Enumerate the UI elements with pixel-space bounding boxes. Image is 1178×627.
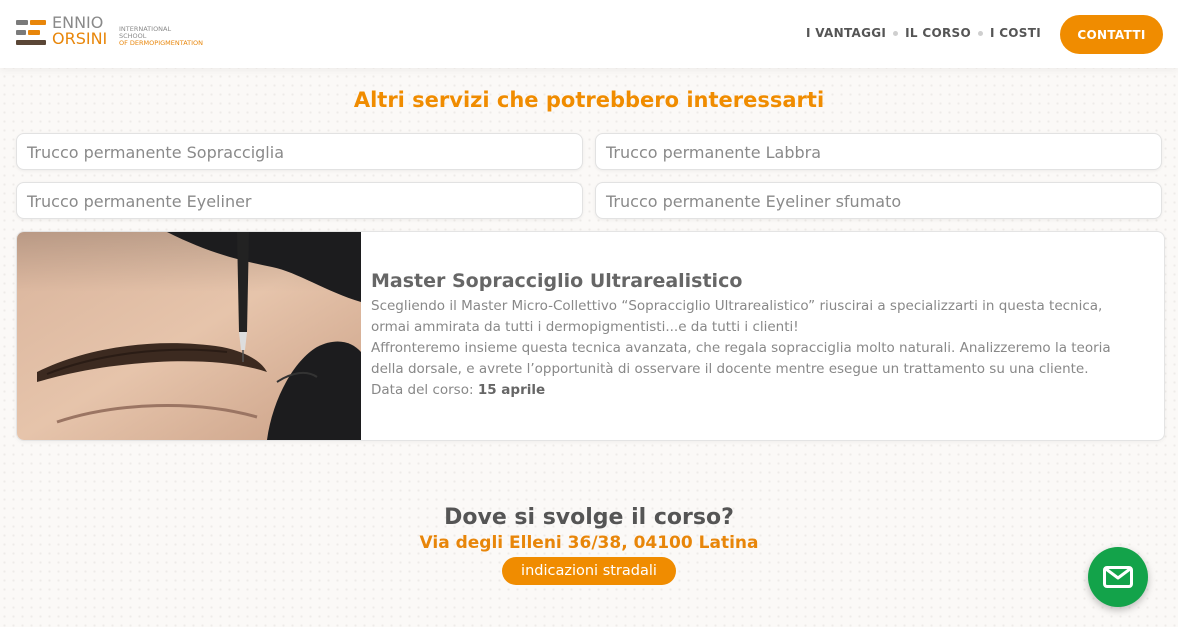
logo-text: ENNIO ORSINI: [52, 15, 107, 47]
location-address: Via degli Elleni 36/38, 04100 Latina: [419, 533, 759, 553]
directions-button[interactable]: indicazioni stradali: [502, 557, 676, 585]
course-title: Master Sopracciglio Ultrarealistico: [371, 270, 743, 292]
service-link-sopracciglia[interactable]: Trucco permanente Sopracciglia: [16, 133, 583, 170]
logo-name-line2: ORSINI: [52, 29, 108, 48]
logo-subtitle: INTERNATIONAL SCHOOL OF DERMOPIGMENTATIO…: [119, 26, 203, 47]
logo-sub-line3: OF DERMOPIGMENTATION: [119, 39, 203, 47]
mail-icon: [1103, 566, 1133, 588]
course-date-label: Data del corso:: [371, 382, 474, 398]
course-paragraph-2: Affronteremo insieme questa tecnica avan…: [371, 340, 1111, 377]
nav-item-vantaggi[interactable]: I VANTAGGI: [806, 26, 886, 40]
nav-separator-dot: [893, 30, 899, 36]
contatti-button[interactable]: CONTATTI: [1060, 15, 1163, 54]
course-card-body: Master Sopracciglio Ultrarealistico Sceg…: [371, 270, 1131, 401]
course-image: [17, 232, 361, 440]
service-link-eyeliner[interactable]: Trucco permanente Eyeliner: [16, 182, 583, 219]
logo-mark-icon: [16, 18, 46, 48]
nav-item-costi[interactable]: I COSTI: [990, 26, 1041, 40]
course-paragraph-1: Scegliendo il Master Micro-Collettivo “S…: [371, 298, 1103, 335]
contact-fab-button[interactable]: [1088, 547, 1148, 607]
services-title: Altri servizi che potrebbero interessart…: [353, 88, 825, 112]
course-date-value: 15 aprile: [477, 382, 546, 398]
nav-item-corso[interactable]: IL CORSO: [905, 26, 971, 40]
course-description: Scegliendo il Master Micro-Collettivo “S…: [371, 296, 1131, 401]
nav-separator-dot: [977, 30, 983, 36]
location-title: Dove si svolge il corso?: [444, 505, 734, 530]
service-link-eyeliner-sfumato[interactable]: Trucco permanente Eyeliner sfumato: [595, 182, 1162, 219]
main-nav: I VANTAGGI IL CORSO I COSTI: [806, 26, 1041, 40]
service-link-labbra[interactable]: Trucco permanente Labbra: [595, 133, 1162, 170]
course-card: Master Sopracciglio Ultrarealistico Sceg…: [16, 231, 1165, 441]
site-header: ENNIO ORSINI INTERNATIONAL SCHOOL OF DER…: [0, 0, 1178, 68]
